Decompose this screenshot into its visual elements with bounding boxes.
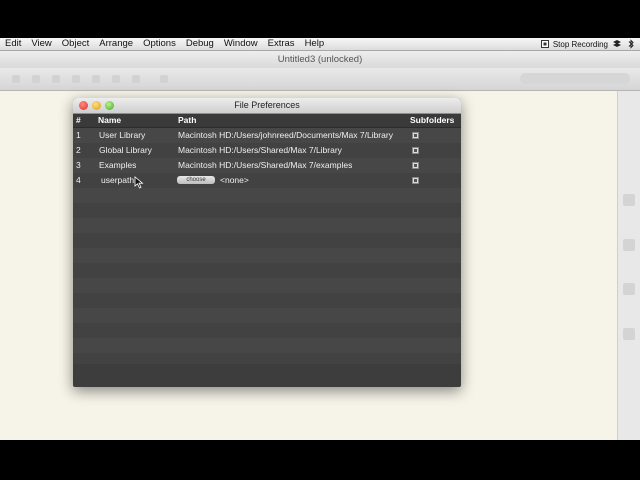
- toolbar-grid-icon[interactable]: [52, 75, 60, 83]
- menu-help[interactable]: Help: [300, 38, 330, 50]
- menu-extras-right: Stop Recording: [540, 38, 640, 50]
- col-name[interactable]: Name: [98, 114, 121, 127]
- toolbar-message-icon[interactable]: [92, 75, 100, 83]
- row-path[interactable]: Macintosh HD:/Users/Shared/Max 7/example…: [178, 158, 352, 173]
- sidebar-inspector-icon[interactable]: [623, 194, 635, 206]
- toolbar-button-icon[interactable]: [132, 75, 140, 83]
- patcher-sidebar: [617, 91, 640, 440]
- toolbar-lock-icon[interactable]: [12, 75, 20, 83]
- toolbar-new-object-icon[interactable]: [72, 75, 80, 83]
- zoom-icon[interactable]: [105, 101, 114, 110]
- dialog-titlebar: File Preferences: [73, 98, 461, 114]
- col-num[interactable]: #: [76, 114, 81, 127]
- minimize-icon[interactable]: [92, 101, 101, 110]
- screen: Edit View Object Arrange Options Debug W…: [0, 38, 640, 440]
- patcher-toolbar: [0, 68, 640, 91]
- toolbar-audio-icon[interactable]: [160, 75, 168, 83]
- table-header: # Name Path Subfolders: [73, 114, 461, 128]
- row-num: 1: [76, 130, 81, 140]
- subfolders-checkbox[interactable]: [412, 162, 419, 169]
- menu-options[interactable]: Options: [138, 38, 181, 50]
- row-path[interactable]: Macintosh HD:/Users/Shared/Max 7/Library: [178, 143, 342, 158]
- col-subfolders[interactable]: Subfolders: [410, 114, 454, 127]
- menu-arrange[interactable]: Arrange: [94, 38, 138, 50]
- bluetooth-icon[interactable]: [626, 39, 636, 49]
- table-row[interactable]: 2 Global Library Macintosh HD:/Users/Sha…: [73, 143, 461, 158]
- table-row[interactable]: 1 User Library Macintosh HD:/Users/johnr…: [73, 128, 461, 143]
- sidebar-console-icon[interactable]: [623, 283, 635, 295]
- row-num: 3: [76, 160, 81, 170]
- row-name-input[interactable]: userpath: [101, 173, 134, 188]
- subfolders-checkbox[interactable]: [412, 177, 419, 184]
- col-path[interactable]: Path: [178, 114, 196, 127]
- sidebar-clue-icon[interactable]: [623, 328, 635, 340]
- file-preferences-dialog: File Preferences # Name Path Subfolders …: [73, 98, 461, 387]
- toolbar-comment-icon[interactable]: [112, 75, 120, 83]
- sidebar-help-icon[interactable]: [623, 239, 635, 251]
- dropbox-icon[interactable]: [612, 39, 622, 49]
- menu-view[interactable]: View: [26, 38, 56, 50]
- menu-extras[interactable]: Extras: [263, 38, 300, 50]
- table-row[interactable]: 4 userpath choose <none>: [73, 173, 461, 188]
- menu-window[interactable]: Window: [219, 38, 263, 50]
- menu-edit[interactable]: Edit: [0, 38, 26, 50]
- stop-recording-button[interactable]: Stop Recording: [553, 40, 608, 49]
- stop-recording-icon: [540, 40, 549, 48]
- table-body: 1 User Library Macintosh HD:/Users/johnr…: [73, 128, 461, 364]
- row-path[interactable]: Macintosh HD:/Users/johnreed/Documents/M…: [178, 128, 393, 143]
- row-name[interactable]: Examples: [99, 158, 136, 173]
- choose-button[interactable]: choose: [177, 176, 215, 184]
- row-path[interactable]: <none>: [220, 173, 249, 188]
- row-num: 4: [76, 175, 81, 185]
- row-num: 2: [76, 145, 81, 155]
- subfolders-checkbox[interactable]: [412, 132, 419, 139]
- row-name[interactable]: User Library: [99, 128, 145, 143]
- window-title: Untitled3 (unlocked): [0, 51, 640, 68]
- subfolders-checkbox[interactable]: [412, 147, 419, 154]
- toolbar-presentation-icon[interactable]: [32, 75, 40, 83]
- menu-object[interactable]: Object: [57, 38, 94, 50]
- menu-debug[interactable]: Debug: [181, 38, 219, 50]
- mouse-cursor-icon: [134, 176, 144, 189]
- menu-bar: Edit View Object Arrange Options Debug W…: [0, 38, 640, 51]
- table-row[interactable]: 3 Examples Macintosh HD:/Users/Shared/Ma…: [73, 158, 461, 173]
- close-icon[interactable]: [79, 101, 88, 110]
- toolbar-search-field[interactable]: [520, 73, 630, 84]
- row-name[interactable]: Global Library: [99, 143, 152, 158]
- dialog-title: File Preferences: [234, 100, 300, 110]
